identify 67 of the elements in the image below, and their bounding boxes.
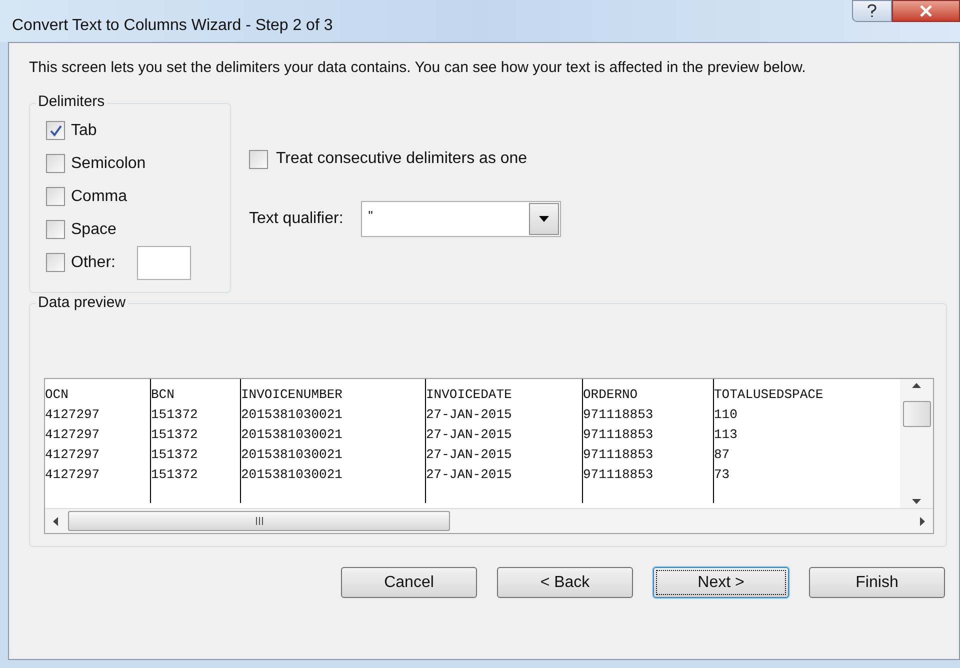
checkbox[interactable] <box>46 220 65 239</box>
description-text: This screen lets you set the delimiters your data contains. You can see how your text is affected in the preview below. <box>29 59 807 77</box>
checkbox[interactable] <box>46 154 65 173</box>
preview-cell-text: 27-JAN-2015 <box>426 426 512 444</box>
dropdown-value: " <box>367 207 373 225</box>
column-header: OCN <box>45 386 68 404</box>
field-label: Text qualifier: <box>249 209 344 229</box>
preview-cell-text: 27-JAN-2015 <box>426 466 512 484</box>
preview-cell-text: 971118853 <box>583 446 654 464</box>
column-header: BCN <box>151 386 174 404</box>
preview-cell-text: 113 <box>714 426 738 444</box>
preview-cell-text: 27-JAN-2015 <box>426 446 512 464</box>
scrollbar-thumb[interactable] <box>68 511 450 531</box>
preview-cell-text: 2015381030021 <box>241 446 342 464</box>
checkbox-label: Semicolon <box>71 154 146 174</box>
column-header: INVOICENUMBER <box>241 386 342 404</box>
wizard-button[interactable]: Cancel <box>341 567 477 598</box>
close-button[interactable] <box>892 0 960 22</box>
scroll-right-icon[interactable] <box>920 516 925 526</box>
preview-cell-text: 971118853 <box>583 466 654 484</box>
preview-cell-text: 971118853 <box>583 406 654 424</box>
other-delimiter-field[interactable] <box>137 246 192 280</box>
horizontal-scrollbar[interactable] <box>45 509 933 533</box>
preview-cell-text: 110 <box>714 406 738 424</box>
preview-cell-text: 4127297 <box>45 466 100 484</box>
wizard-button[interactable]: < Back <box>497 567 633 598</box>
group-label: Data preview <box>36 294 128 312</box>
preview-cell-text: 151372 <box>151 466 198 484</box>
checkbox-label: Treat consecutive delimiters as one <box>276 149 528 169</box>
preview-cell-text: 151372 <box>151 446 198 464</box>
scroll-down-icon[interactable] <box>912 499 921 504</box>
checkmark-icon <box>50 124 62 136</box>
scroll-left-icon[interactable] <box>53 516 58 526</box>
preview-cell-text: 4127297 <box>45 426 100 444</box>
preview-cell-text: 87 <box>714 446 730 464</box>
grip-icon <box>256 517 262 525</box>
preview-cell-text: 73 <box>714 466 730 484</box>
preview-cell-text: 2015381030021 <box>241 426 342 444</box>
preview-cell-text: 2015381030021 <box>241 406 342 424</box>
column-header: TOTALUSEDSPACE <box>714 386 824 404</box>
checkbox-label: Space <box>71 220 116 240</box>
column-header: ORDERNO <box>583 386 638 404</box>
vertical-scrollbar[interactable] <box>900 379 933 508</box>
preview-cell-text: 151372 <box>151 406 198 424</box>
preview-cell-text: 27-JAN-2015 <box>426 406 512 424</box>
preview-cell-text: 4127297 <box>45 406 100 424</box>
help-button[interactable] <box>852 0 892 22</box>
wizard-button[interactable]: Next > <box>653 567 789 598</box>
preview-cell-text: 4127297 <box>45 446 100 464</box>
checkbox-label: Other: <box>71 252 116 272</box>
column-header: INVOICEDATE <box>426 386 512 404</box>
scroll-up-icon[interactable] <box>912 383 921 388</box>
preview-cell-text: 151372 <box>151 426 198 444</box>
text-qualifier-dropdown[interactable]: " <box>361 201 562 237</box>
checkbox[interactable] <box>46 187 65 206</box>
checkbox-label: Comma <box>71 186 128 206</box>
checkbox-label: Tab <box>71 120 97 140</box>
help-icon <box>867 4 877 18</box>
checkbox[interactable] <box>46 253 65 272</box>
scrollbar-thumb[interactable] <box>902 400 930 426</box>
wizard-button[interactable]: Finish <box>809 567 945 598</box>
close-icon <box>919 5 933 17</box>
checkbox[interactable] <box>249 150 268 168</box>
checkbox[interactable] <box>46 121 65 140</box>
window-title: Convert Text to Columns Wizard - Step 2 of 3 <box>12 16 333 36</box>
preview-cell-text: 971118853 <box>583 426 654 444</box>
preview-cell-text: 2015381030021 <box>241 466 342 484</box>
